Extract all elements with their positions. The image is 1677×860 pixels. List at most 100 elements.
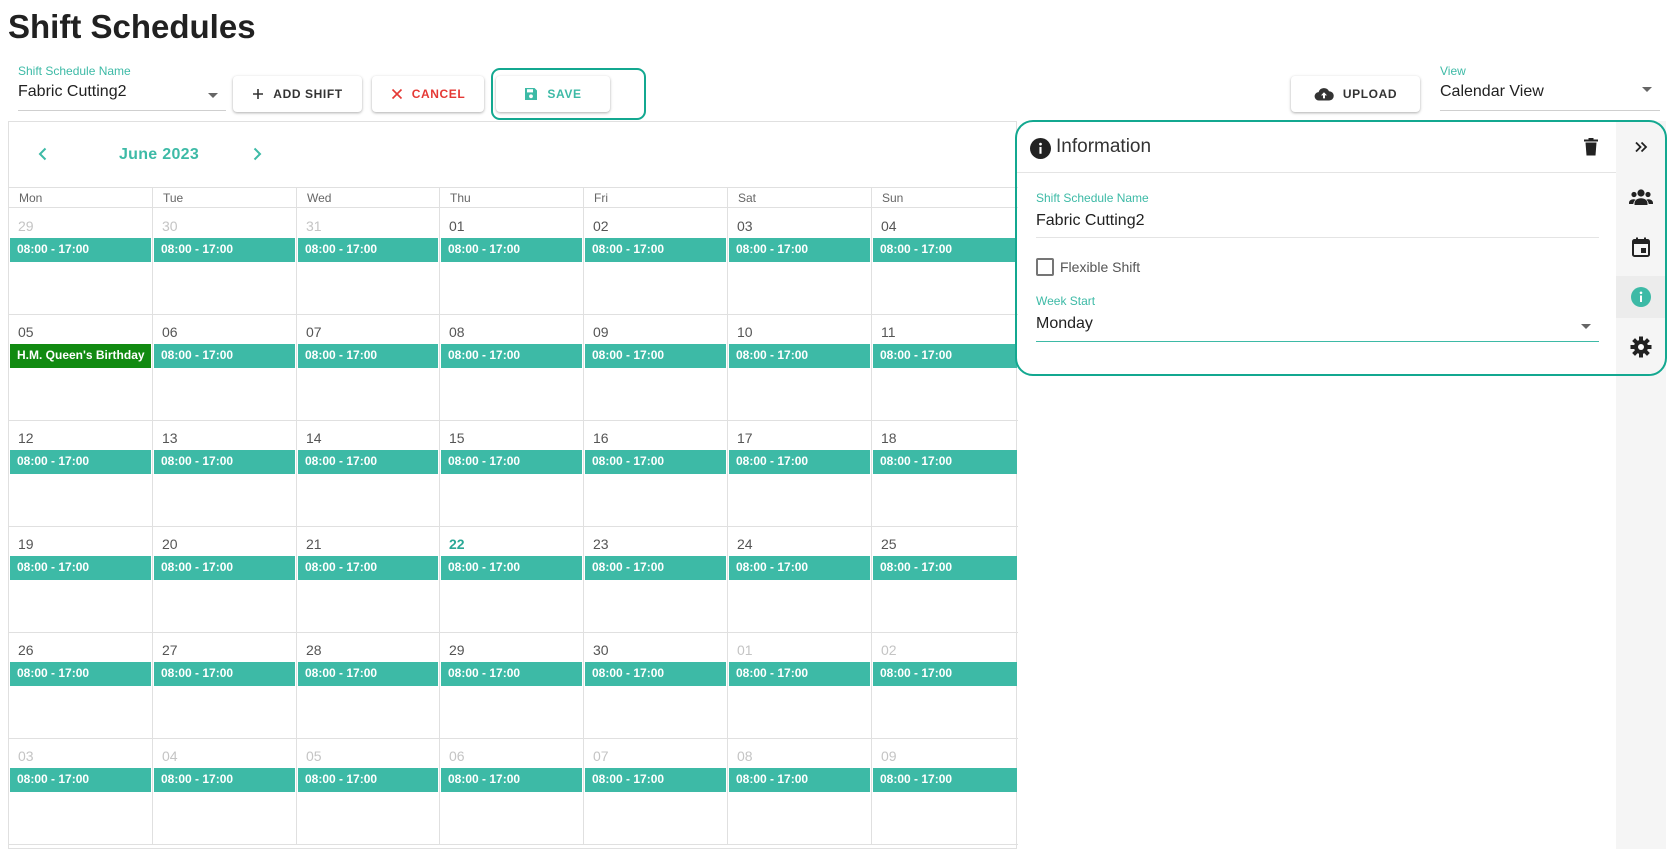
calendar-day-cell[interactable]: 19 08:00 - 17:00	[9, 527, 153, 633]
calendar-day-cell[interactable]: 05 08:00 - 17:00	[297, 739, 440, 845]
calendar-day-cell[interactable]: 30 08:00 - 17:00	[153, 209, 297, 315]
shift-event[interactable]: 08:00 - 17:00	[873, 344, 1017, 368]
week-start-select[interactable]: Week Start Monday	[1036, 294, 1599, 342]
shift-event[interactable]: 08:00 - 17:00	[441, 238, 582, 262]
shift-event[interactable]: 08:00 - 17:00	[154, 450, 295, 474]
shift-event[interactable]: 08:00 - 17:00	[729, 556, 870, 580]
calendar-day-cell[interactable]: 26 08:00 - 17:00	[9, 633, 153, 739]
shift-event[interactable]: 08:00 - 17:00	[154, 238, 295, 262]
holiday-event[interactable]: H.M. Queen's Birthday	[10, 344, 151, 368]
shift-event[interactable]: 08:00 - 17:00	[154, 556, 295, 580]
weekday-label: Mon	[19, 191, 43, 205]
add-shift-button[interactable]: ADD SHIFT	[233, 76, 362, 112]
calendar-day-cell[interactable]: 24 08:00 - 17:00	[728, 527, 872, 633]
calendar-day-cell[interactable]: 13 08:00 - 17:00	[153, 421, 297, 527]
calendar-day-cell[interactable]: 27 08:00 - 17:00	[153, 633, 297, 739]
calendar-day-cell[interactable]: 06 08:00 - 17:00	[153, 315, 297, 421]
calendar-day-cell[interactable]: 17 08:00 - 17:00	[728, 421, 872, 527]
calendar-day-cell[interactable]: 04 08:00 - 17:00	[872, 209, 1018, 315]
calendar-day-cell[interactable]: 21 08:00 - 17:00	[297, 527, 440, 633]
shift-event[interactable]: 08:00 - 17:00	[729, 238, 870, 262]
shift-event[interactable]: 08:00 - 17:00	[10, 556, 151, 580]
shift-event[interactable]: 08:00 - 17:00	[154, 344, 295, 368]
calendar-day-cell[interactable]: 07 08:00 - 17:00	[297, 315, 440, 421]
shift-event[interactable]: 08:00 - 17:00	[729, 768, 870, 792]
calendar-day-cell[interactable]: 12 08:00 - 17:00	[9, 421, 153, 527]
calendar-day-cell[interactable]: 14 08:00 - 17:00	[297, 421, 440, 527]
shift-event[interactable]: 08:00 - 17:00	[298, 662, 438, 686]
shift-event[interactable]: 08:00 - 17:00	[873, 556, 1017, 580]
shift-event[interactable]: 08:00 - 17:00	[873, 238, 1017, 262]
week-start-label: Week Start	[1036, 294, 1096, 308]
shift-event[interactable]: 08:00 - 17:00	[873, 768, 1017, 792]
shift-event[interactable]: 08:00 - 17:00	[729, 662, 870, 686]
chevron-left-icon[interactable]	[33, 144, 53, 164]
view-select[interactable]: View Calendar View	[1440, 64, 1660, 111]
shift-event[interactable]: 08:00 - 17:00	[585, 344, 726, 368]
shift-event[interactable]: 08:00 - 17:00	[441, 556, 582, 580]
calendar-day-cell[interactable]: 08 08:00 - 17:00	[440, 315, 584, 421]
shift-event[interactable]: 08:00 - 17:00	[873, 450, 1017, 474]
calendar-day-cell[interactable]: 31 08:00 - 17:00	[297, 209, 440, 315]
calendar-day-cell[interactable]: 06 08:00 - 17:00	[440, 739, 584, 845]
shift-event[interactable]: 08:00 - 17:00	[298, 344, 438, 368]
calendar-day-cell[interactable]: 30 08:00 - 17:00	[584, 633, 728, 739]
shift-event[interactable]: 08:00 - 17:00	[585, 662, 726, 686]
shift-event[interactable]: 08:00 - 17:00	[154, 768, 295, 792]
cancel-button[interactable]: CANCEL	[372, 76, 484, 112]
schedule-name-select[interactable]: Shift Schedule Name Fabric Cutting2	[18, 64, 226, 111]
save-button[interactable]: SAVE	[496, 76, 610, 112]
calendar-day-cell[interactable]: 18 08:00 - 17:00	[872, 421, 1018, 527]
shift-event[interactable]: 08:00 - 17:00	[298, 768, 438, 792]
calendar-day-cell[interactable]: 04 08:00 - 17:00	[153, 739, 297, 845]
shift-event[interactable]: 08:00 - 17:00	[729, 450, 870, 474]
calendar-day-cell[interactable]: 07 08:00 - 17:00	[584, 739, 728, 845]
delete-icon[interactable]	[1584, 138, 1598, 156]
shift-event[interactable]: 08:00 - 17:00	[10, 450, 151, 474]
info-panel-divider	[1017, 172, 1616, 173]
calendar-day-cell[interactable]: 02 08:00 - 17:00	[584, 209, 728, 315]
shift-event[interactable]: 08:00 - 17:00	[298, 238, 438, 262]
calendar-day-cell[interactable]: 16 08:00 - 17:00	[584, 421, 728, 527]
calendar-day-cell[interactable]: 11 08:00 - 17:00	[872, 315, 1018, 421]
save-label: SAVE	[547, 87, 582, 101]
calendar-day-cell[interactable]: 28 08:00 - 17:00	[297, 633, 440, 739]
shift-event[interactable]: 08:00 - 17:00	[441, 450, 582, 474]
shift-event[interactable]: 08:00 - 17:00	[10, 768, 151, 792]
upload-button[interactable]: UPLOAD	[1291, 76, 1420, 112]
shift-event[interactable]: 08:00 - 17:00	[585, 238, 726, 262]
shift-event[interactable]: 08:00 - 17:00	[298, 450, 438, 474]
calendar-day-cell[interactable]: 01 08:00 - 17:00	[440, 209, 584, 315]
calendar-day-cell[interactable]: 09 08:00 - 17:00	[584, 315, 728, 421]
calendar-day-cell[interactable]: 15 08:00 - 17:00	[440, 421, 584, 527]
calendar-day-cell[interactable]: 08 08:00 - 17:00	[728, 739, 872, 845]
calendar-day-cell[interactable]: 05 H.M. Queen's Birthday	[9, 315, 153, 421]
shift-event[interactable]: 08:00 - 17:00	[585, 768, 726, 792]
calendar-day-cell[interactable]: 20 08:00 - 17:00	[153, 527, 297, 633]
shift-event[interactable]: 08:00 - 17:00	[10, 662, 151, 686]
shift-event[interactable]: 08:00 - 17:00	[441, 662, 582, 686]
shift-event[interactable]: 08:00 - 17:00	[585, 450, 726, 474]
calendar-day-cell[interactable]: 09 08:00 - 17:00	[872, 739, 1018, 845]
shift-event[interactable]: 08:00 - 17:00	[585, 556, 726, 580]
calendar-day-cell[interactable]: 29 08:00 - 17:00	[440, 633, 584, 739]
shift-event[interactable]: 08:00 - 17:00	[729, 344, 870, 368]
shift-event[interactable]: 08:00 - 17:00	[441, 344, 582, 368]
shift-event[interactable]: 08:00 - 17:00	[873, 662, 1017, 686]
chevron-right-icon[interactable]	[247, 144, 267, 164]
flexible-shift-checkbox[interactable]	[1036, 258, 1054, 276]
calendar-day-cell[interactable]: 03 08:00 - 17:00	[728, 209, 872, 315]
shift-event[interactable]: 08:00 - 17:00	[10, 238, 151, 262]
shift-event[interactable]: 08:00 - 17:00	[154, 662, 295, 686]
info-schedule-name-field[interactable]: Shift Schedule Name Fabric Cutting2	[1036, 191, 1599, 238]
calendar-day-cell[interactable]: 25 08:00 - 17:00	[872, 527, 1018, 633]
shift-event[interactable]: 08:00 - 17:00	[298, 556, 438, 580]
calendar-day-cell[interactable]: 01 08:00 - 17:00	[728, 633, 872, 739]
calendar-day-cell[interactable]: 03 08:00 - 17:00	[9, 739, 153, 845]
calendar-day-cell[interactable]: 23 08:00 - 17:00	[584, 527, 728, 633]
calendar-day-cell[interactable]: 29 08:00 - 17:00	[9, 209, 153, 315]
calendar-day-cell[interactable]: 22 08:00 - 17:00	[440, 527, 584, 633]
calendar-day-cell[interactable]: 10 08:00 - 17:00	[728, 315, 872, 421]
calendar-day-cell[interactable]: 02 08:00 - 17:00	[872, 633, 1018, 739]
shift-event[interactable]: 08:00 - 17:00	[441, 768, 582, 792]
